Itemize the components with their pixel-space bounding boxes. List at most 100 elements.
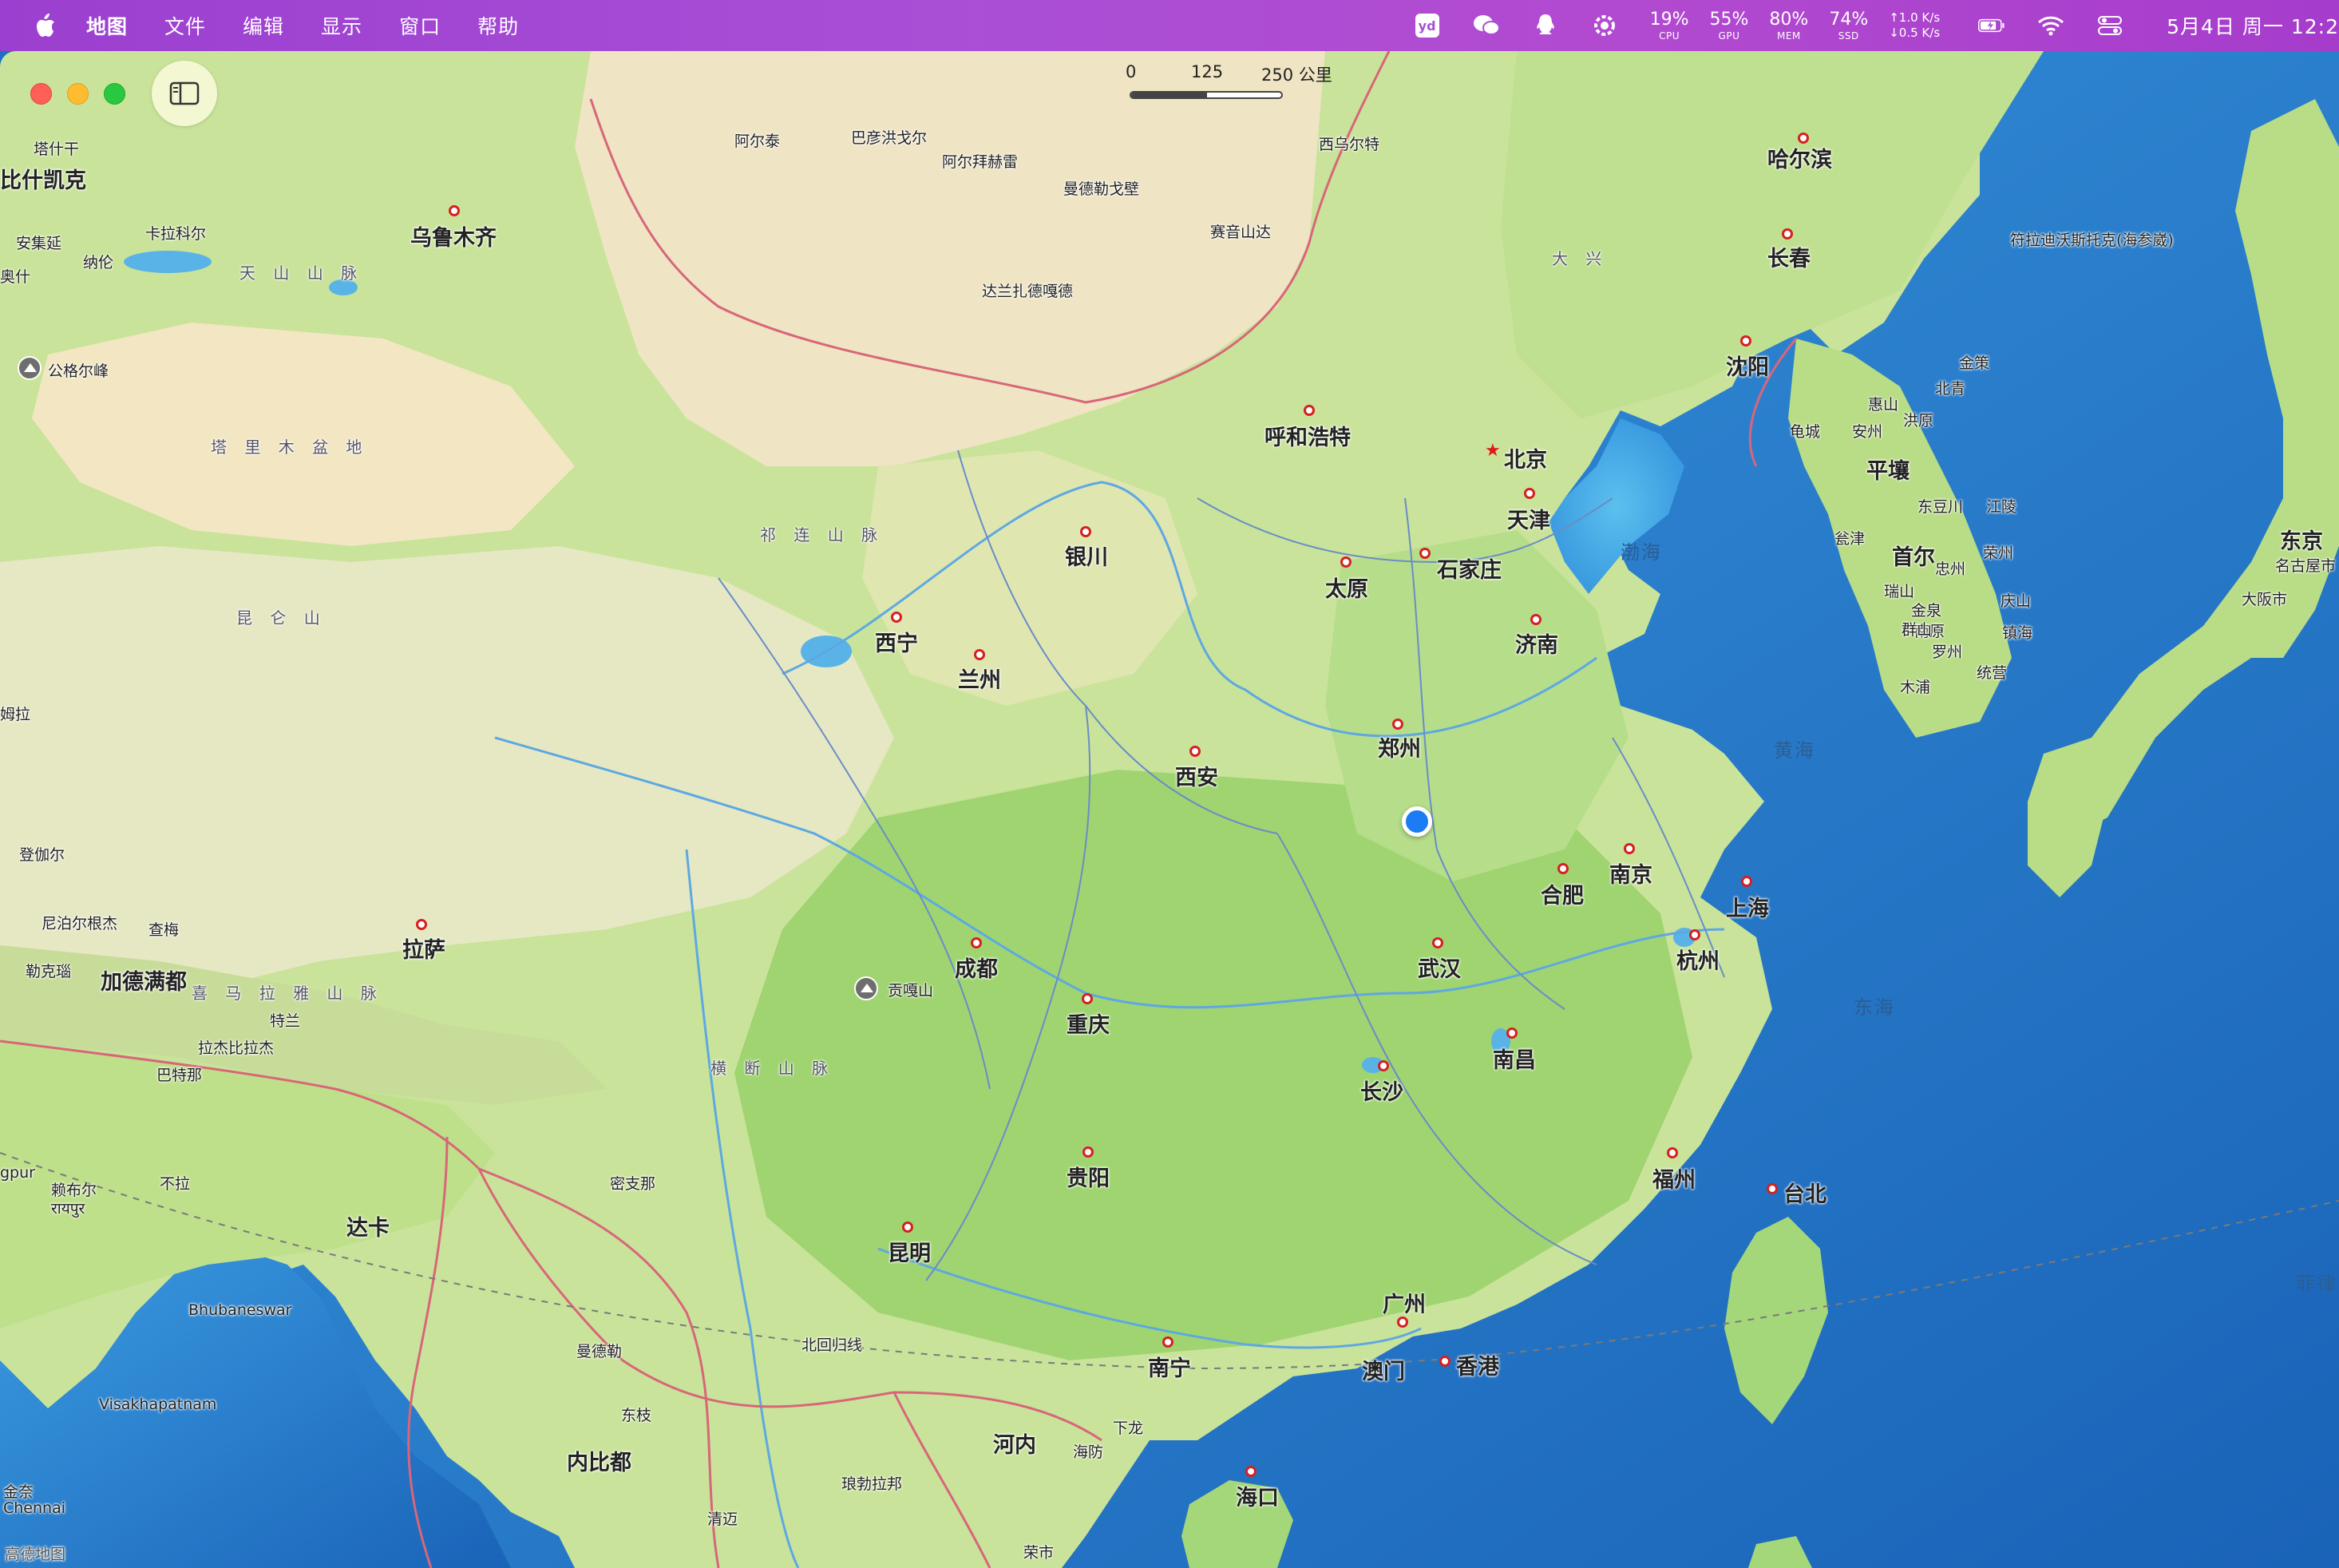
town-label[interactable]: 大阪市 [2242,588,2287,609]
town-label[interactable]: 赖布尔 [51,1178,97,1200]
menu-app-maps[interactable]: 地图 [86,11,128,40]
cpu-stat[interactable]: 19% CPU [1650,10,1689,41]
town-label[interactable]: 阿尔拜赫雷 [942,150,1018,172]
map-attribution[interactable]: 高德地图 [5,1542,65,1564]
town-label[interactable]: 瑞山 [1884,580,1914,601]
town-label[interactable]: 瓮津 [1834,527,1865,548]
city-label-pyongyang[interactable]: 平壤 [1866,453,1910,485]
town-label[interactable]: 巴彦洪戈尔 [851,126,927,148]
city-label-haikou[interactable]: 海口 [1236,1480,1279,1511]
town-label[interactable]: gpur [0,1164,35,1182]
town-label[interactable]: 荣市 [1023,1541,1054,1562]
town-label[interactable]: 庆山 [2001,589,2031,611]
city-label-wuhan[interactable]: 武汉 [1418,952,1461,983]
town-label[interactable]: 拉杰比拉杰 [198,1036,274,1058]
sidebar-toggle-button[interactable] [152,61,217,126]
settings-gear-icon[interactable] [1591,12,1618,39]
town-label[interactable]: 惠山 [1868,393,1898,414]
town-label[interactable]: 公格尔峰 [48,359,109,381]
town-label[interactable]: 龟城 [1790,420,1820,441]
city-label-hongkong[interactable]: 香港 [1456,1349,1499,1380]
town-label[interactable]: 赛音山达 [1210,220,1271,242]
town-label[interactable]: 查梅 [148,918,179,940]
city-label-tokyo[interactable]: 东京 [2280,524,2323,555]
youdao-icon[interactable]: yd [1414,12,1441,39]
town-label[interactable]: 曼德勒 [576,1340,622,1361]
menubar-clock[interactable]: 5月4日 周一 12:2 [2167,11,2339,40]
city-label-seoul[interactable]: 首尔 [1892,540,1935,571]
menu-file[interactable]: 文件 [164,11,206,40]
town-label[interactable]: 江陵 [1986,495,2016,517]
town-label[interactable]: 塔什干 [34,137,79,159]
city-label-changsha[interactable]: 长沙 [1360,1075,1403,1106]
menu-window[interactable]: 窗口 [399,11,441,40]
city-label-tianjin[interactable]: 天津 [1507,503,1550,534]
window-close-button[interactable] [30,83,52,105]
city-label-chongqing[interactable]: 重庆 [1067,1008,1110,1039]
town-label[interactable]: 不拉 [160,1172,190,1194]
city-label-yinchuan[interactable]: 银川 [1065,540,1108,571]
city-label-hangzhou[interactable]: 杭州 [1676,944,1720,975]
wifi-icon[interactable] [2037,12,2064,39]
gpu-stat[interactable]: 55% GPU [1710,10,1749,41]
wechat-icon[interactable] [1473,12,1500,39]
city-label-nanjing[interactable]: 南京 [1609,857,1652,889]
town-label[interactable]: 统营 [1977,661,2007,683]
city-label-shenyang[interactable]: 沈阳 [1726,350,1769,381]
town-label[interactable]: 安集延 [16,232,61,253]
city-label-dhaka[interactable]: 达卡 [346,1210,390,1241]
current-location-dot[interactable] [1402,806,1432,837]
town-label[interactable]: 尼泊尔根杰 [42,912,117,933]
town-label[interactable]: 安州 [1852,420,1882,441]
town-label[interactable]: 西乌尔特 [1319,133,1379,154]
city-label-changchun[interactable]: 长春 [1767,241,1811,272]
city-label-guiyang[interactable]: 贵阳 [1067,1161,1110,1192]
control-center-icon[interactable] [2096,12,2123,39]
city-label-jinan[interactable]: 济南 [1515,628,1558,659]
city-label-chengdu[interactable]: 成都 [955,952,998,983]
town-label[interactable]: 勒克瑙 [26,960,71,981]
town-label[interactable]: 木浦 [1900,675,1930,697]
town-label[interactable]: 金泉 [1911,599,1941,620]
city-label-macau[interactable]: 澳门 [1362,1354,1405,1385]
battery-icon[interactable] [1978,12,2005,39]
city-label-hanoi[interactable]: 河内 [993,1427,1036,1459]
city-label-naypyidaw[interactable]: 内比都 [567,1445,631,1476]
qq-icon[interactable] [1532,12,1559,39]
town-label[interactable]: रायपुर [51,1198,85,1218]
city-label-taiyuan[interactable]: 太原 [1325,572,1368,603]
city-label-lhasa[interactable]: 拉萨 [402,932,445,964]
city-label-shanghai[interactable]: 上海 [1726,891,1769,922]
town-label[interactable]: 达兰扎德嘎德 [982,279,1073,301]
town-label[interactable]: 名古屋市 [2275,554,2336,576]
town-label[interactable]: 纳伦 [83,251,113,272]
menu-view[interactable]: 显示 [321,11,362,40]
menu-edit[interactable]: 编辑 [243,11,284,40]
town-label[interactable]: 北青 [1935,377,1965,398]
town-label[interactable]: 曼德勒戈壁 [1063,177,1139,199]
town-label[interactable]: 镇海 [2002,621,2032,643]
town-label[interactable]: 清迈 [707,1507,738,1529]
city-label-zhengzhou[interactable]: 郑州 [1378,731,1421,762]
town-label[interactable]: 洪原 [1903,409,1933,430]
town-label[interactable]: Bhubaneswar [188,1301,291,1319]
town-label[interactable]: 东豆川 [1918,495,1963,517]
city-label-fuzhou[interactable]: 福州 [1652,1162,1696,1194]
city-label-nanning[interactable]: 南宁 [1148,1351,1191,1382]
window-minimize-button[interactable] [67,83,89,105]
mem-stat[interactable]: 80% MEM [1769,10,1808,41]
city-label-beijing[interactable]: 北京 [1504,442,1547,473]
town-label[interactable]: Visakhapatnam [99,1396,216,1413]
town-label[interactable]: 忠州 [1935,557,1965,579]
town-label[interactable]: 卡拉科尔 [145,222,206,244]
city-label-nanchang[interactable]: 南昌 [1493,1043,1536,1074]
town-label[interactable]: 东枝 [621,1404,651,1425]
town-label[interactable]: 贡嘎山 [888,979,933,1000]
town-label[interactable]: 符拉迪沃斯托克(海参崴) [2010,228,2174,250]
town-label[interactable]: 阿尔泰 [734,129,780,151]
city-label-guangzhou[interactable]: 广州 [1383,1287,1426,1318]
town-label[interactable]: 海防 [1073,1440,1103,1462]
window-zoom-button[interactable] [104,83,125,105]
town-label[interactable]: 巴特那 [156,1063,202,1085]
town-label[interactable]: 金策 [1959,351,1989,373]
